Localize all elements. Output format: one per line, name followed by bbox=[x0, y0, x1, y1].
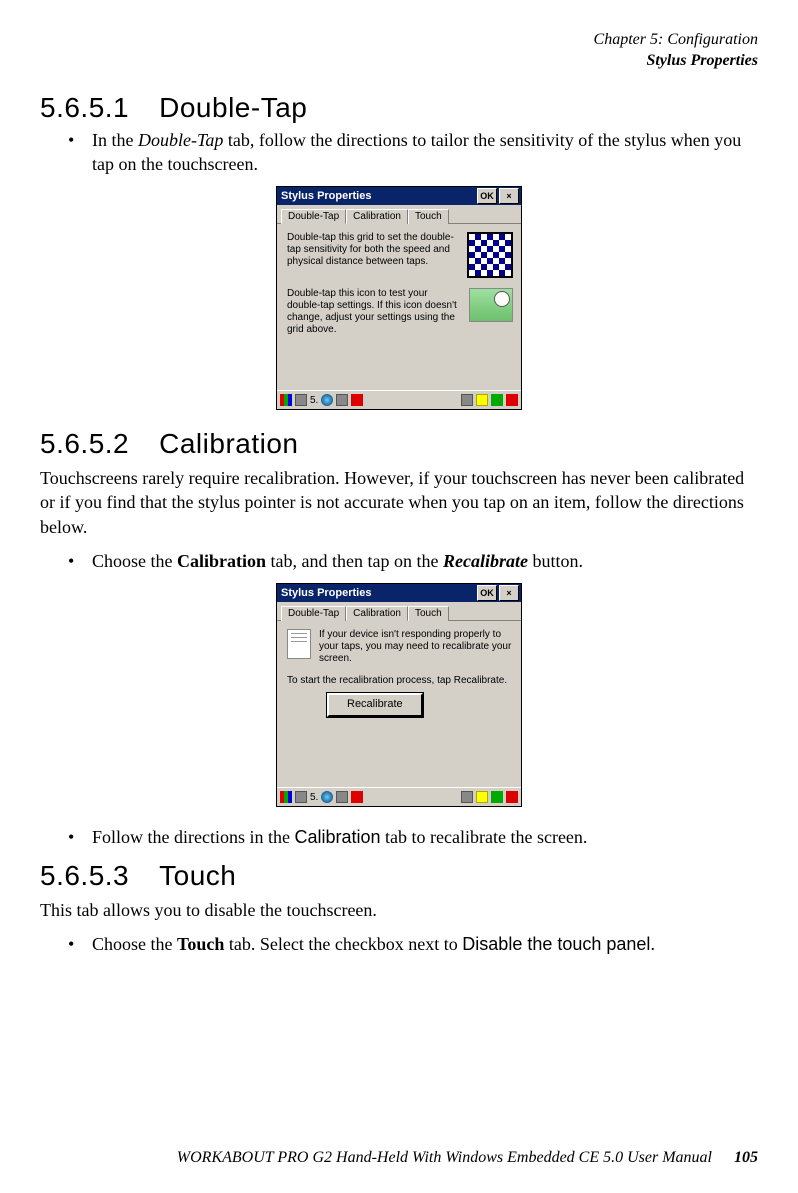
recalibrate-button[interactable]: Recalibrate bbox=[327, 693, 423, 716]
titlebar: Stylus Properties OK × bbox=[277, 187, 521, 205]
para-touch: This tab allows you to disable the touch… bbox=[40, 898, 758, 922]
tray-icon[interactable] bbox=[321, 791, 333, 803]
tray-icon[interactable] bbox=[336, 791, 348, 803]
tray-icon[interactable] bbox=[351, 394, 363, 406]
screenshot-double-tap: Stylus Properties OK × Double-Tap Calibr… bbox=[40, 186, 758, 410]
page-footer: WORKABOUT PRO G2 Hand-Held With Windows … bbox=[40, 1149, 758, 1167]
stylus-properties-window-1: Stylus Properties OK × Double-Tap Calibr… bbox=[276, 186, 522, 410]
tray-icon[interactable] bbox=[461, 791, 473, 803]
tray-icon[interactable] bbox=[295, 394, 307, 406]
tab-double-tap[interactable]: Double-Tap bbox=[281, 209, 346, 224]
calib-text2: To start the recalibration process, tap … bbox=[287, 675, 513, 687]
taskbar-num: 5. bbox=[310, 792, 318, 803]
stylus-properties-window-2: Stylus Properties OK × Double-Tap Calibr… bbox=[276, 583, 522, 807]
tray-icon[interactable] bbox=[506, 394, 518, 406]
bullet-s2-1: Choose the Calibration tab, and then tap… bbox=[40, 549, 758, 573]
start-icon[interactable] bbox=[280, 394, 292, 406]
footer-text: WORKABOUT PRO G2 Hand-Held With Windows … bbox=[177, 1149, 712, 1166]
ok-button[interactable]: OK bbox=[477, 188, 497, 204]
tab-touch[interactable]: Touch bbox=[408, 606, 449, 621]
tray-icon[interactable] bbox=[336, 394, 348, 406]
note-icon bbox=[287, 629, 311, 659]
close-button[interactable]: × bbox=[499, 585, 519, 601]
page-header: Chapter 5: Configuration Stylus Properti… bbox=[40, 30, 758, 72]
tray-icon[interactable] bbox=[476, 394, 488, 406]
ok-button[interactable]: OK bbox=[477, 585, 497, 601]
tab-content: Double-tap this grid to set the double-t… bbox=[277, 224, 521, 390]
start-icon[interactable] bbox=[280, 791, 292, 803]
titlebar: Stylus Properties OK × bbox=[277, 584, 521, 602]
grid-instruction-text: Double-tap this grid to set the double-t… bbox=[287, 232, 459, 268]
heading-double-tap: 5.6.5.1Double-Tap bbox=[40, 92, 758, 124]
tab-content: If your device isn't responding properly… bbox=[277, 621, 521, 787]
tray-icon[interactable] bbox=[491, 394, 503, 406]
taskbar: 5. bbox=[277, 787, 521, 806]
calib-text1: If your device isn't responding properly… bbox=[319, 629, 513, 665]
tabstrip: Double-Tap Calibration Touch bbox=[277, 205, 521, 224]
tray-icon[interactable] bbox=[321, 394, 333, 406]
bullet-s2-2: Follow the directions in the Calibration… bbox=[40, 825, 758, 849]
tab-calibration[interactable]: Calibration bbox=[346, 209, 408, 224]
tray-icon[interactable] bbox=[506, 791, 518, 803]
bullet-s3: Choose the Touch tab. Select the checkbo… bbox=[40, 932, 758, 956]
header-chapter: Chapter 5: Configuration bbox=[40, 30, 758, 51]
heading-touch: 5.6.5.3Touch bbox=[40, 860, 758, 892]
checker-grid-icon[interactable] bbox=[467, 232, 513, 278]
taskbar: 5. bbox=[277, 390, 521, 409]
tray-icon[interactable] bbox=[491, 791, 503, 803]
tray-icon[interactable] bbox=[461, 394, 473, 406]
tab-touch[interactable]: Touch bbox=[408, 209, 449, 224]
bullet-s1: In the Double-Tap tab, follow the direct… bbox=[40, 128, 758, 177]
tray-icon[interactable] bbox=[295, 791, 307, 803]
tray-icon[interactable] bbox=[476, 791, 488, 803]
test-instruction-text: Double-tap this icon to test your double… bbox=[287, 288, 461, 336]
tab-calibration[interactable]: Calibration bbox=[346, 606, 408, 621]
tray-icon[interactable] bbox=[351, 791, 363, 803]
tabstrip: Double-Tap Calibration Touch bbox=[277, 602, 521, 621]
para-calibration: Touchscreens rarely require recalibratio… bbox=[40, 466, 758, 539]
heading-calibration: 5.6.5.2Calibration bbox=[40, 428, 758, 460]
test-icon[interactable] bbox=[469, 288, 513, 322]
taskbar-num: 5. bbox=[310, 395, 318, 406]
screenshot-calibration: Stylus Properties OK × Double-Tap Calibr… bbox=[40, 583, 758, 807]
close-button[interactable]: × bbox=[499, 188, 519, 204]
tab-double-tap[interactable]: Double-Tap bbox=[281, 606, 346, 621]
header-section: Stylus Properties bbox=[40, 51, 758, 72]
page-number: 105 bbox=[734, 1149, 758, 1166]
